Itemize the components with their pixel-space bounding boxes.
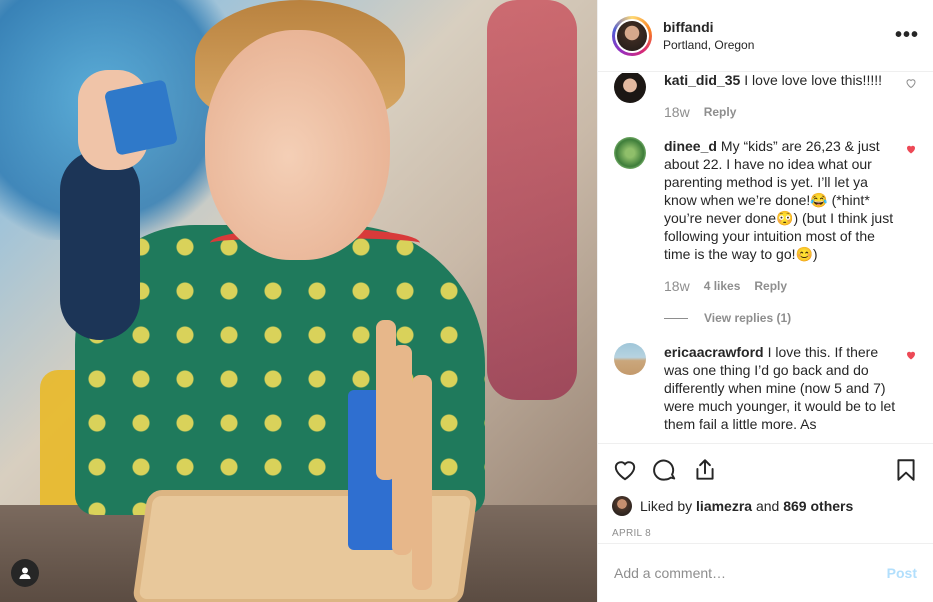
commenter-avatar[interactable] xyxy=(614,343,646,375)
comment-text: My “kids” are 26,23 & just about 22. I h… xyxy=(664,138,894,262)
tagged-users-icon[interactable] xyxy=(11,559,39,587)
comment-username[interactable]: kati_did_35 xyxy=(664,73,740,88)
author-avatar[interactable] xyxy=(612,15,652,56)
comment-likes[interactable]: 4 likes xyxy=(704,277,741,295)
save-bookmark-icon[interactable] xyxy=(893,457,919,483)
comment-item: dinee_d My “kids” are 26,23 & just about … xyxy=(614,137,917,327)
likes-summary: Liked by liamezra and 869 others xyxy=(612,496,919,516)
reply-button[interactable]: Reply xyxy=(704,103,737,121)
comment-input[interactable] xyxy=(614,565,887,581)
liker-avatar[interactable] xyxy=(612,496,632,516)
view-replies-button[interactable]: View replies (1) xyxy=(664,309,900,327)
commenter-avatar[interactable] xyxy=(614,73,646,103)
comment-username[interactable]: ericaacrawford xyxy=(664,344,764,360)
post-actions: Liked by liamezra and 869 others APRIL 8 xyxy=(598,443,933,539)
heart-filled-icon[interactable] xyxy=(905,143,917,155)
like-heart-icon[interactable] xyxy=(612,457,638,483)
share-icon[interactable] xyxy=(692,457,718,483)
comment-bubble-icon[interactable] xyxy=(652,457,678,483)
author-username[interactable]: biffandi xyxy=(663,19,895,35)
comment-time[interactable]: 18w xyxy=(664,103,690,121)
post-modal: biffandi Portland, Oregon ••• kati_did_3… xyxy=(0,0,933,602)
post-date[interactable]: APRIL 8 xyxy=(612,528,919,539)
post-comment-button[interactable]: Post xyxy=(887,565,917,581)
comment-item: ericaacrawford I love this. If there was … xyxy=(614,343,917,433)
comment-text: I love love love this!!!!! xyxy=(744,73,882,88)
liker-username[interactable]: liamezra xyxy=(696,498,752,514)
post-sidebar: biffandi Portland, Oregon ••• kati_did_3… xyxy=(597,0,933,602)
post-location[interactable]: Portland, Oregon xyxy=(663,38,895,52)
likes-count[interactable]: 869 others xyxy=(783,498,853,514)
more-options-icon[interactable]: ••• xyxy=(895,24,919,47)
comment-username[interactable]: dinee_d xyxy=(664,138,717,154)
reply-button[interactable]: Reply xyxy=(754,277,787,295)
comment-time[interactable]: 18w xyxy=(664,277,690,295)
comment-item: kati_did_35 I love love love this!!!!! 18… xyxy=(614,73,917,121)
comments-list[interactable]: kati_did_35 I love love love this!!!!! 18… xyxy=(598,73,933,443)
commenter-avatar[interactable] xyxy=(614,137,646,169)
heart-outline-icon[interactable] xyxy=(905,77,917,89)
post-header: biffandi Portland, Oregon ••• xyxy=(598,0,933,72)
heart-filled-icon[interactable] xyxy=(905,349,917,361)
add-comment-bar: Post xyxy=(598,543,933,602)
post-photo[interactable] xyxy=(0,0,597,602)
